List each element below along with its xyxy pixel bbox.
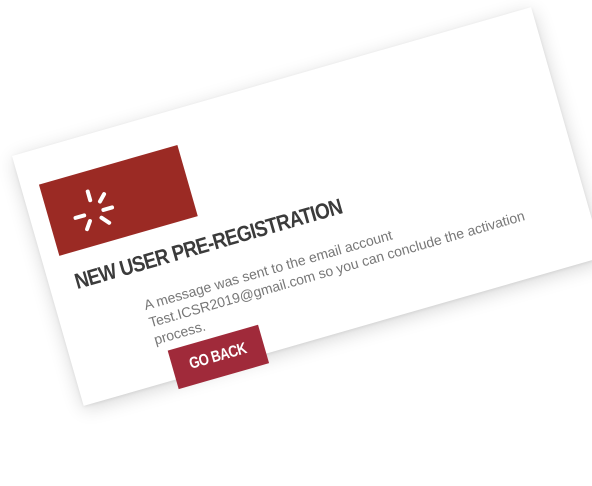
registration-card: NEW USER PRE-REGISTRATION A message was … [12, 7, 592, 406]
message-line: Test.ICSR2019@gmail.com so you can concl… [147, 207, 527, 331]
page-background: NEW USER PRE-REGISTRATION A message was … [0, 0, 592, 486]
university-logo [38, 144, 198, 256]
go-back-label: GO BACK [187, 340, 249, 373]
starburst-icon [73, 189, 115, 232]
